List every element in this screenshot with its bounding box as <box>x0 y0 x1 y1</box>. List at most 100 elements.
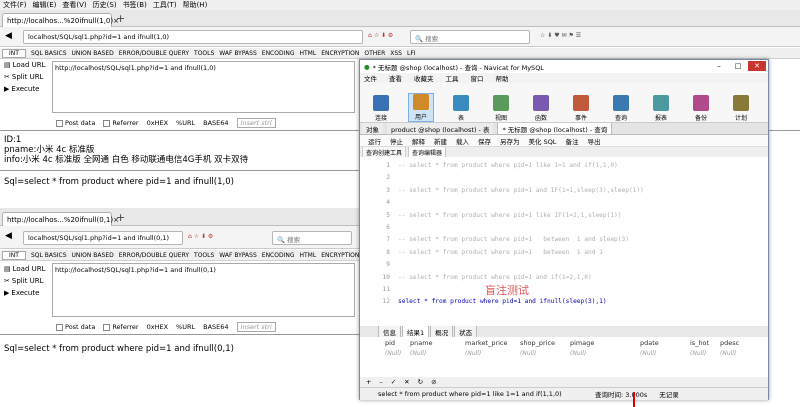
new-tab-icon[interactable]: + <box>116 12 125 25</box>
browser-menu-item[interactable]: 文件(F) <box>3 0 27 10</box>
ribbon-button[interactable]: 报表 <box>648 95 674 122</box>
result-grid[interactable]: pid (Null) pname (Null) market_price (Null) sh… <box>360 337 768 377</box>
toolbar-button[interactable]: 保存 <box>478 136 491 146</box>
hackbar-menus[interactable]: SQL BASICS UNION BASED ERROR/DOUBLE QUERY T… <box>31 252 362 259</box>
url-encode-button[interactable]: %URL <box>176 323 195 331</box>
toolbar-button[interactable]: 美化 SQL <box>529 136 557 146</box>
execute-button[interactable]: ▶ Execute <box>0 287 50 299</box>
cell-value[interactable]: (Null) <box>520 350 536 357</box>
stop-icon[interactable]: ⊘ <box>431 378 436 386</box>
hackbar-select[interactable]: INT <box>2 48 26 58</box>
minimize-icon[interactable]: – <box>710 61 728 71</box>
browser-menu-item[interactable]: 书签(B) <box>123 0 147 10</box>
hackbar-menu-item[interactable]: ENCRYPTION <box>321 50 359 57</box>
url-bar[interactable]: localhost/SQL/sql1.php?id=1 and ifnull(1… <box>23 30 363 44</box>
navicat-menu-item[interactable]: 查看 <box>389 73 402 83</box>
column-header[interactable]: pdesc <box>720 339 739 347</box>
result-tab[interactable]: 结果1 <box>402 326 430 337</box>
hackbar-menu-item[interactable]: XSS <box>390 50 402 57</box>
hackbar-menu-item[interactable]: ENCODING <box>262 50 295 57</box>
new-tab-icon[interactable]: + <box>116 211 125 224</box>
referrer-checkbox[interactable]: Referrer <box>103 323 139 331</box>
tab-query-editor[interactable]: 查询编辑器 <box>408 147 447 157</box>
result-tab[interactable]: 状态 <box>454 326 478 337</box>
navicat-menu-item[interactable]: 文件 <box>364 73 377 83</box>
browser-tab[interactable]: http://localhos...%20ifnull(0,1) × <box>2 212 119 227</box>
delete-row-icon[interactable]: – <box>379 378 382 386</box>
ribbon-button[interactable]: 视图 <box>488 95 514 122</box>
ribbon-button[interactable]: 函数 <box>528 95 554 122</box>
hackbar-url-input[interactable]: http://localhost/SQL/sql1.php?id=1 and i… <box>52 263 355 317</box>
cell-value[interactable]: (Null) <box>570 350 586 357</box>
ribbon-button[interactable]: 查询 <box>608 95 634 122</box>
maximize-icon[interactable]: □ <box>729 61 747 71</box>
search-box[interactable]: 🔍 搜索 <box>272 231 352 245</box>
result-tab[interactable]: 概况 <box>430 326 454 337</box>
back-icon[interactable]: ◀ <box>5 231 12 241</box>
split-url-button[interactable]: ✂ Split URL <box>0 275 50 287</box>
split-url-button[interactable]: ✂ Split URL <box>0 71 50 83</box>
hackbar-menu-item[interactable]: HTML <box>300 50 317 57</box>
ribbon-button[interactable]: 计划 <box>728 95 754 122</box>
toolbar-icons[interactable]: ⌂ ☆ ⬇ ⚙ <box>368 32 393 39</box>
hackbar-url-input[interactable]: http://localhost/SQL/sql1.php?id=1 and i… <box>52 61 355 113</box>
hackbar-menu-item[interactable]: HTML <box>300 252 317 259</box>
close-window-icon[interactable]: ✕ <box>748 61 766 71</box>
toolbar-button[interactable]: 运行 <box>368 136 381 146</box>
ribbon-button[interactable]: 备份 <box>688 95 714 122</box>
column-header[interactable]: shop_price <box>520 339 555 347</box>
cell-value[interactable]: (Null) <box>690 350 706 357</box>
toolbar-button[interactable]: 新建 <box>434 136 447 146</box>
load-url-button[interactable]: ▤ Load URL <box>0 59 50 71</box>
cell-value[interactable]: (Null) <box>640 350 656 357</box>
add-row-icon[interactable]: + <box>366 378 371 386</box>
browser-menu-item[interactable]: 查看(V) <box>62 0 86 10</box>
column-header[interactable]: pdate <box>640 339 659 347</box>
refresh-icon[interactable]: ↻ <box>418 378 423 386</box>
tab-query-builder[interactable]: 查询创建工具 <box>362 147 407 157</box>
hackbar-menu-item[interactable]: ENCODING <box>262 252 295 259</box>
tab-product-table[interactable]: product @shop (localhost) - 表 <box>387 123 494 134</box>
sql-editor[interactable]: 盲注测试 1 -- select * from product where pid… <box>360 157 768 326</box>
toolbar-button[interactable]: 停止 <box>390 136 403 146</box>
post-data-checkbox[interactable]: Post data <box>56 323 95 331</box>
insert-string-input[interactable]: Insert stri <box>236 322 276 332</box>
hackbar-menu-item[interactable]: TOOLS <box>194 252 214 259</box>
hackbar-menu-item[interactable]: OTHER <box>364 50 385 57</box>
ribbon-button[interactable]: 用户 <box>408 93 434 122</box>
hackbar-menu-item[interactable]: UNION BASED <box>72 252 114 259</box>
hackbar-menu-item[interactable]: ERROR/DOUBLE QUERY <box>119 252 189 259</box>
hex-button[interactable]: 0xHEX <box>147 119 168 127</box>
toolbar-button[interactable]: 导出 <box>587 136 600 146</box>
toolbar-button[interactable]: 另存为 <box>500 136 520 146</box>
hackbar-menu-item[interactable]: TOOLS <box>194 50 214 57</box>
hackbar-menu-item[interactable]: WAF BYPASS <box>219 252 256 259</box>
tab-query[interactable]: * 无标题 @shop (localhost) - 查询 <box>497 123 613 134</box>
ribbon-button[interactable]: 表 <box>448 95 474 122</box>
toolbar-button[interactable]: 解释 <box>412 136 425 146</box>
result-tab[interactable]: 信息 <box>378 326 401 337</box>
hackbar-menu-item[interactable]: LFI <box>407 50 416 57</box>
referrer-checkbox[interactable]: Referrer <box>103 119 139 127</box>
toolbar-button[interactable]: 载入 <box>456 136 469 146</box>
addon-icons[interactable]: ☆ ⬇ ♥ ✉ ⚑ ☰ <box>540 32 581 39</box>
navicat-menu-item[interactable]: 窗口 <box>471 73 484 83</box>
hackbar-menus[interactable]: SQL BASICS UNION BASED ERROR/DOUBLE QUERY T… <box>31 50 416 57</box>
toolbar-icons[interactable]: ⌂ ☆ ⬇ ⚙ <box>188 233 213 240</box>
column-header[interactable]: market_price <box>465 339 508 347</box>
hackbar-menu-item[interactable]: ENCRYPTION <box>321 252 359 259</box>
browser-menu-item[interactable]: 帮助(H) <box>183 0 208 10</box>
navicat-menu-item[interactable]: 收藏夹 <box>414 73 434 83</box>
hex-button[interactable]: 0xHEX <box>147 323 168 331</box>
toolbar-button[interactable]: 备注 <box>565 136 578 146</box>
browser-menu-item[interactable]: 编辑(E) <box>33 0 57 10</box>
column-header[interactable]: pimage <box>570 339 594 347</box>
hackbar-menu-item[interactable]: WAF BYPASS <box>219 50 256 57</box>
navicat-menu-item[interactable]: 帮助 <box>496 73 509 83</box>
column-header[interactable]: pname <box>410 339 433 347</box>
ribbon-button[interactable]: 事件 <box>568 95 594 122</box>
base64-button[interactable]: BASE64 <box>203 323 228 331</box>
cell-value[interactable]: (Null) <box>465 350 481 357</box>
load-url-button[interactable]: ▤ Load URL <box>0 263 50 275</box>
insert-string-input[interactable]: Insert stri <box>236 118 276 128</box>
